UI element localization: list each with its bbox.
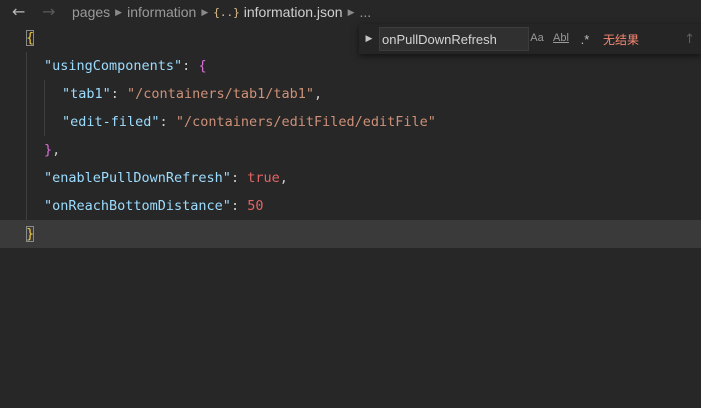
breadcrumb-item-file[interactable]: information.json — [244, 4, 343, 20]
indent-guide — [26, 192, 27, 220]
find-options: Aa Abl .* — [525, 32, 597, 47]
breadcrumb-item-pages[interactable]: pages — [72, 4, 110, 20]
arrow-left-icon[interactable]: ← — [12, 2, 25, 22]
code-line-7[interactable]: "onReachBottomDistance": 50 — [0, 192, 701, 220]
breadcrumb-item-more[interactable]: ... — [360, 4, 372, 20]
find-result-status: 无结果 — [603, 32, 640, 47]
indent-guide — [26, 52, 27, 80]
indent-guide — [44, 80, 45, 108]
indent-guide — [44, 108, 45, 136]
json-key: "onReachBottomDistance" — [44, 198, 231, 214]
json-key: "tab1" — [62, 86, 111, 102]
code-line-2[interactable]: "usingComponents": { — [0, 52, 701, 80]
breadcrumb-bar: ← → pages ▶ information ▶ {..} informati… — [0, 0, 701, 24]
code-line-8-current[interactable]: } — [0, 220, 701, 248]
json-string-value: "/containers/editFiled/editFile" — [175, 114, 436, 130]
code-line-5[interactable]: }, — [0, 136, 701, 164]
json-colon: : — [182, 58, 199, 74]
json-brace: { — [198, 58, 207, 74]
whole-word-toggle[interactable]: Abl — [549, 32, 573, 47]
json-open-brace: { — [26, 30, 35, 46]
chevron-right-icon: ▶ — [201, 6, 209, 17]
json-comma: , — [279, 170, 288, 186]
toggle-replace-chevron-icon[interactable]: ▶ — [359, 34, 379, 44]
chevron-right-icon: ▶ — [115, 6, 123, 17]
json-colon: : — [110, 86, 128, 102]
arrow-right-icon[interactable]: → — [42, 2, 55, 22]
json-close-brace: } — [26, 226, 35, 242]
indent-guide — [26, 164, 27, 192]
arrow-up-icon[interactable]: ↑ — [684, 32, 695, 47]
json-comma: , — [313, 86, 323, 102]
code-editor[interactable]: { "usingComponents": { "tab1": "/contain… — [0, 24, 701, 408]
json-colon: : — [230, 170, 248, 186]
json-file-icon: {..} — [213, 5, 240, 19]
code-line-4[interactable]: "edit-filed": "/containers/editFiled/edi… — [0, 108, 701, 136]
json-key: "usingComponents" — [44, 58, 183, 74]
json-boolean-value: true — [247, 170, 280, 186]
json-colon: : — [230, 198, 248, 214]
regex-toggle[interactable]: .* — [573, 32, 597, 47]
indent-guide — [26, 108, 27, 136]
json-key: "edit-filed" — [62, 114, 160, 130]
json-key: "enablePullDownRefresh" — [44, 170, 231, 186]
code-line-3[interactable]: "tab1": "/containers/tab1/tab1", — [0, 80, 701, 108]
match-case-toggle[interactable]: Aa — [525, 32, 549, 47]
code-line-6[interactable]: "enablePullDownRefresh": true, — [0, 164, 701, 192]
json-string-value: "/containers/tab1/tab1" — [127, 86, 314, 102]
breadcrumb-item-information[interactable]: information — [127, 4, 196, 20]
indent-guide — [26, 136, 27, 164]
find-input[interactable] — [379, 27, 529, 51]
json-comma: , — [52, 142, 61, 158]
find-widget: ▶ Aa Abl .* 无结果 ↑ — [359, 24, 701, 54]
json-number-value: 50 — [247, 198, 264, 214]
breadcrumb: pages ▶ information ▶ {..} information.j… — [72, 4, 371, 20]
json-colon: : — [159, 114, 176, 130]
json-brace: } — [44, 142, 53, 158]
indent-guide — [26, 80, 27, 108]
chevron-right-icon: ▶ — [347, 6, 355, 17]
